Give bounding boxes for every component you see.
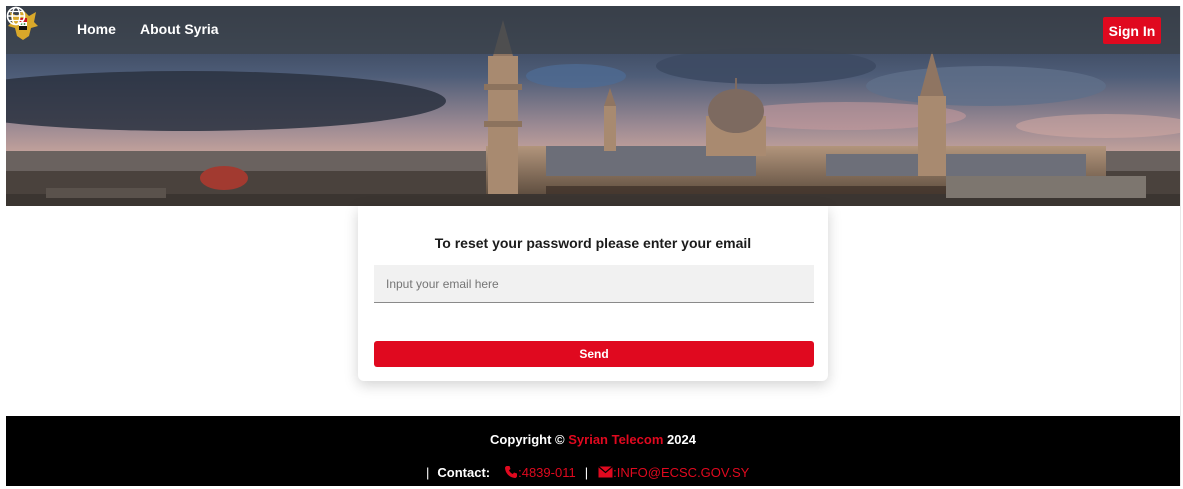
contact-row: | Contact: :4839-011 | :INFO@ECSC.GOV.SY (426, 463, 749, 481)
footer: Copyright © Syrian Telecom 2024 | Contac… (6, 416, 1180, 486)
contact-email[interactable]: :INFO@ECSC.GOV.SY (613, 465, 749, 480)
copyright-prefix: Copyright © (490, 432, 565, 447)
company-link[interactable]: Syrian Telecom (568, 432, 663, 447)
nav-link-about-syria[interactable]: About Syria (140, 21, 219, 37)
contact-separator-2: | (584, 464, 589, 480)
copyright-year: 2024 (667, 432, 696, 447)
contact-label: Contact: (437, 464, 491, 480)
send-button[interactable]: Send (374, 341, 814, 367)
reset-password-card: To reset your password please enter your… (358, 206, 828, 381)
envelope-icon (598, 466, 613, 478)
email-field[interactable] (374, 265, 814, 303)
copyright-text: Copyright © Syrian Telecom 2024 (6, 432, 1180, 447)
phone-icon (505, 466, 518, 478)
nav-link-home[interactable]: Home (77, 21, 116, 37)
contact-phone[interactable]: :4839-011 (518, 465, 576, 480)
sign-in-button[interactable]: Sign In (1103, 17, 1161, 44)
contact-separator: | (426, 464, 430, 480)
hero-banner: Home About Syria Sign In (6, 6, 1180, 206)
page: Home About Syria Sign In To reset your p… (6, 6, 1181, 486)
reset-password-title: To reset your password please enter your… (434, 235, 752, 251)
top-navbar: Home About Syria Sign In (6, 6, 1180, 54)
globe-icon[interactable] (6, 6, 26, 26)
